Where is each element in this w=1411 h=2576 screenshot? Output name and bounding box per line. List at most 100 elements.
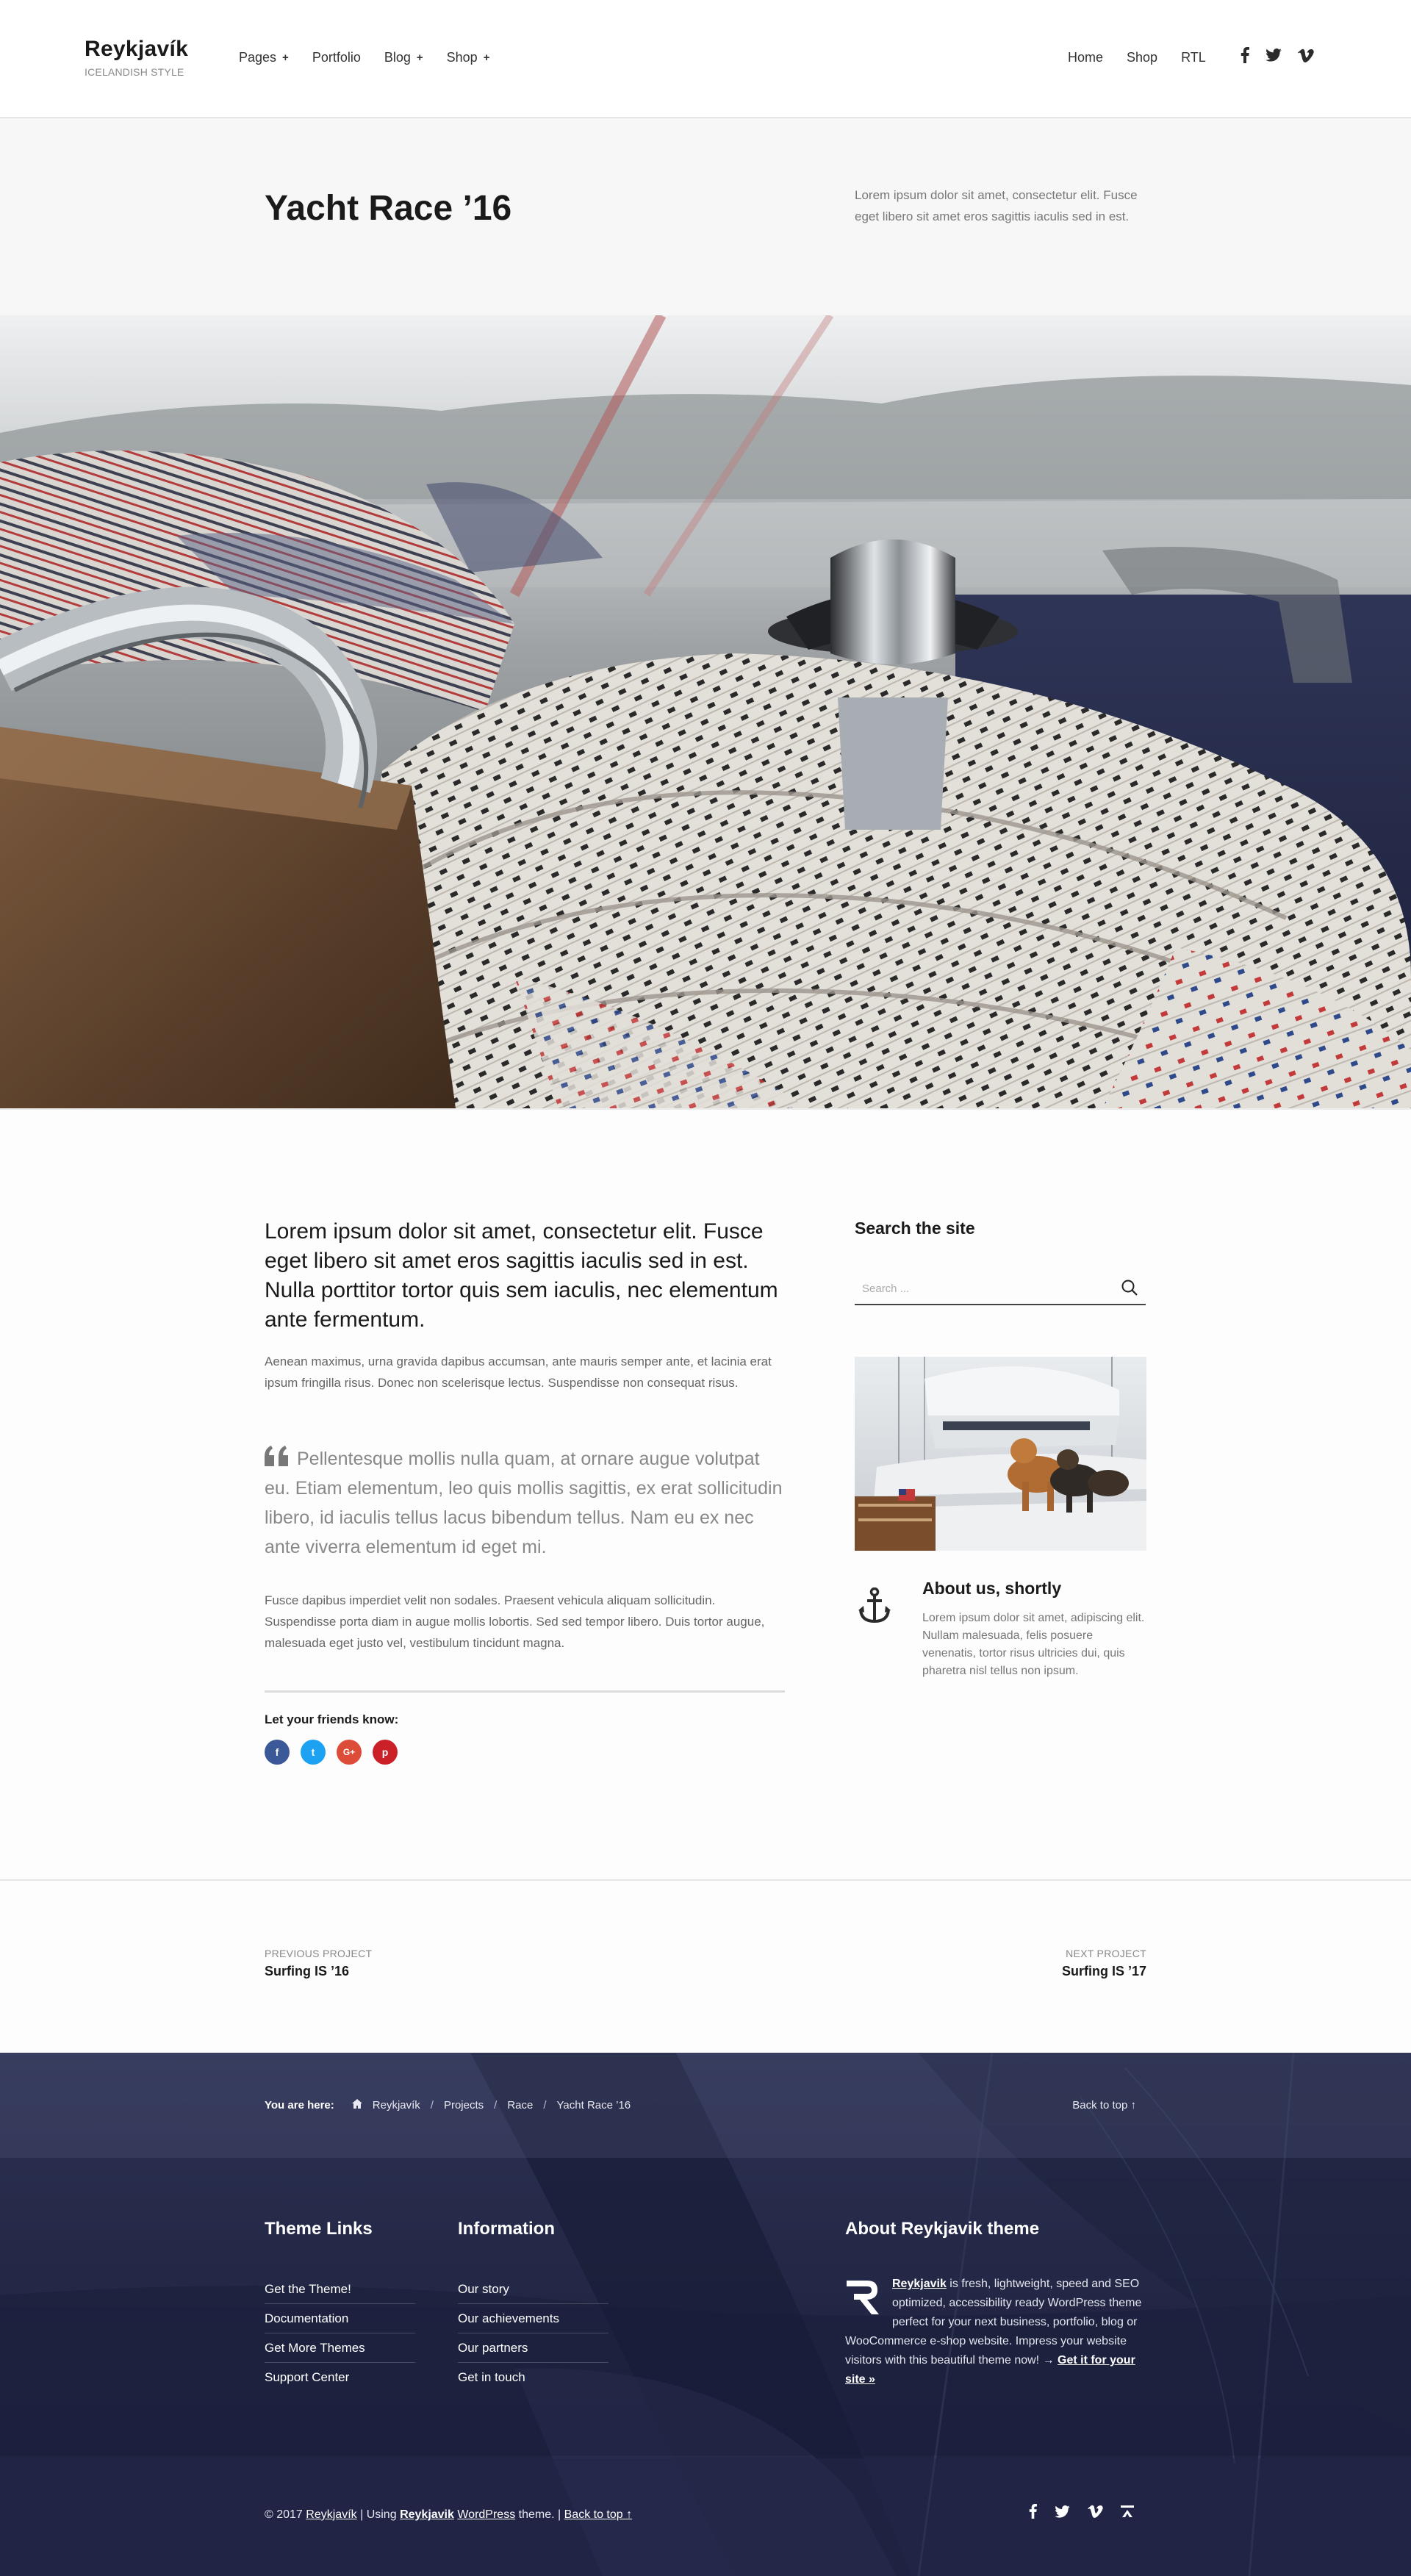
facebook-icon[interactable]: [1241, 47, 1249, 63]
nav-item-label[interactable]: Blog: [384, 50, 411, 65]
nav-item-label[interactable]: Pages: [239, 50, 276, 65]
search-widget-title: Search the site: [855, 1219, 975, 1238]
breadcrumb-item-projects[interactable]: Projects: [444, 2099, 484, 2112]
breadcrumb-separator: /: [494, 2099, 498, 2112]
hero-image: [0, 315, 1411, 1108]
plus-icon[interactable]: +: [484, 51, 490, 64]
breadcrumb-separator: /: [430, 2099, 434, 2112]
facebook-icon[interactable]: [1029, 2504, 1037, 2522]
footer-about-description: is fresh, lightweight, speed and SEO opt…: [845, 2278, 1142, 2367]
previous-project-link[interactable]: PREVIOUS PROJECT Surfing IS ’16: [265, 1948, 372, 1979]
footer-link[interactable]: Support Center: [265, 2363, 415, 2392]
copyright-prefix: © 2017: [265, 2508, 303, 2521]
site-logo[interactable]: Reykjavík ICELANDISH STYLE: [85, 37, 188, 78]
copyright-theme-link[interactable]: Reykjavik: [400, 2508, 454, 2521]
site-tagline: ICELANDISH STYLE: [85, 66, 184, 78]
plus-icon[interactable]: +: [417, 51, 423, 64]
breadcrumb-bar: [0, 2053, 1411, 2158]
nav-link-rtl[interactable]: RTL: [1181, 50, 1206, 65]
share-label: Let your friends know:: [265, 1712, 399, 1726]
search-icon[interactable]: [1121, 1279, 1138, 1300]
footer-about-brand-link[interactable]: Reykjavik: [892, 2278, 947, 2290]
back-to-top-link[interactable]: Back to top ↑: [1072, 2099, 1136, 2112]
article-quote: Pellentesque mollis nulla quam, at ornar…: [265, 1444, 786, 1562]
nav-item-pages[interactable]: Pages +: [239, 50, 289, 65]
nav-item-label[interactable]: Shop: [447, 50, 478, 65]
anchor-icon: [858, 1587, 891, 1626]
breadcrumb-item-race[interactable]: Race: [507, 2099, 533, 2112]
breadcrumb: You are here: Reykjavík / Projects / Rac…: [265, 2099, 631, 2112]
footer-theme-links-title: Theme Links: [265, 2219, 373, 2239]
home-icon[interactable]: [351, 2099, 362, 2112]
wpzoom-icon[interactable]: [1121, 2505, 1134, 2521]
copyright-wordpress-link[interactable]: WordPress: [457, 2508, 515, 2521]
page-title-band: Yacht Race ’16 Lorem ipsum dolor sit ame…: [0, 118, 1411, 315]
site-header: Reykjavík ICELANDISH STYLE Pages + Portfo…: [0, 0, 1411, 118]
nav-link-shop[interactable]: Shop: [1127, 50, 1157, 65]
nav-link-home[interactable]: Home: [1068, 50, 1103, 65]
footer-link[interactable]: Get More Themes: [265, 2333, 415, 2363]
footer-information-title: Information: [458, 2219, 555, 2239]
nav-item-portfolio[interactable]: Portfolio: [312, 50, 361, 65]
article-lead: Lorem ipsum dolor sit amet, consectetur …: [265, 1219, 778, 1332]
about-widget-title: About us, shortly: [922, 1579, 1062, 1598]
previous-project-title[interactable]: Surfing IS ’16: [265, 1964, 372, 1979]
footer-theme-links: Get the Theme! Documentation Get More Th…: [265, 2275, 415, 2392]
pinterest-icon[interactable]: p: [373, 1740, 398, 1765]
copyright-suffix: theme. |: [518, 2508, 561, 2521]
header-social-links: [1241, 47, 1314, 63]
nav-item-blog[interactable]: Blog +: [384, 50, 423, 65]
footer-link[interactable]: Our achievements: [458, 2304, 608, 2333]
article-paragraph: Aenean maximus, urna gravida dapibus acc…: [265, 1355, 772, 1390]
main-content: Lorem ipsum dolor sit amet, consectetur …: [0, 1108, 1411, 1879]
breadcrumb-separator: /: [543, 2099, 547, 2112]
next-project-title[interactable]: Surfing IS ’17: [1062, 1964, 1146, 1979]
share-buttons: f t G+ p: [265, 1740, 398, 1765]
footer-link[interactable]: Our partners: [458, 2333, 608, 2363]
footer-link[interactable]: Documentation: [265, 2304, 415, 2333]
footer-link[interactable]: Get the Theme!: [265, 2275, 415, 2304]
page-title: Yacht Race ’16: [265, 189, 512, 228]
twitter-icon[interactable]: [1055, 2505, 1070, 2522]
copyright-back-to-top-link[interactable]: Back to top ↑: [564, 2508, 633, 2521]
facebook-icon[interactable]: f: [265, 1740, 290, 1765]
footer-about-title: About Reykjavik theme: [845, 2219, 1040, 2239]
site-title[interactable]: Reykjavík: [85, 37, 188, 62]
vimeo-icon[interactable]: [1298, 49, 1314, 62]
google-plus-icon[interactable]: G+: [337, 1740, 362, 1765]
twitter-icon[interactable]: t: [301, 1740, 326, 1765]
copyright-using: | Using: [360, 2508, 397, 2521]
secondary-nav: Home Shop RTL: [1068, 50, 1206, 65]
project-navigation: PREVIOUS PROJECT Surfing IS ’16 NEXT PRO…: [0, 1879, 1411, 2053]
site-footer: You are here: Reykjavík / Projects / Rac…: [0, 2053, 1411, 2576]
footer-information-links: Our story Our achievements Our partners …: [458, 2275, 608, 2392]
footer-about-text: Reykjavik is fresh, lightweight, speed a…: [845, 2275, 1154, 2389]
nav-item-shop[interactable]: Shop +: [447, 50, 490, 65]
copyright-text: © 2017 Reykjavík | Using Reykjavik WordP…: [265, 2508, 632, 2522]
nav-item-label[interactable]: Portfolio: [312, 50, 361, 65]
footer-social-links: [1029, 2504, 1134, 2522]
next-project-link[interactable]: NEXT PROJECT Surfing IS ’17: [1062, 1948, 1146, 1979]
search-form: [855, 1273, 1146, 1305]
twitter-icon[interactable]: [1265, 49, 1282, 62]
reykjavik-logo-icon: [847, 2281, 879, 2314]
breadcrumb-item-home[interactable]: Reykjavík: [373, 2099, 420, 2112]
primary-nav: Pages + Portfolio Blog + Shop +: [239, 50, 489, 65]
quote-icon: [265, 1446, 288, 1466]
footer-link[interactable]: Get in touch: [458, 2363, 608, 2392]
footer-bottom-bar: [0, 2458, 1411, 2576]
next-project-label: NEXT PROJECT: [1066, 1948, 1146, 1959]
footer-link[interactable]: Our story: [458, 2275, 608, 2304]
about-widget-text: Lorem ipsum dolor sit amet, adipiscing e…: [922, 1612, 1145, 1677]
copyright-site-link[interactable]: Reykjavík: [306, 2508, 356, 2521]
breadcrumb-label: You are here:: [265, 2099, 334, 2112]
vimeo-icon[interactable]: [1088, 2505, 1103, 2522]
page-excerpt: Lorem ipsum dolor sit amet, consectetur …: [855, 188, 1138, 223]
search-input[interactable]: [855, 1273, 1105, 1304]
breadcrumb-item-current: Yacht Race ’16: [556, 2099, 631, 2112]
previous-project-label: PREVIOUS PROJECT: [265, 1948, 373, 1959]
divider: [265, 1690, 785, 1693]
article-paragraph: Fusce dapibus imperdiet velit non sodale…: [265, 1593, 765, 1650]
sidebar-image: [855, 1357, 1146, 1551]
plus-icon[interactable]: +: [282, 51, 289, 64]
